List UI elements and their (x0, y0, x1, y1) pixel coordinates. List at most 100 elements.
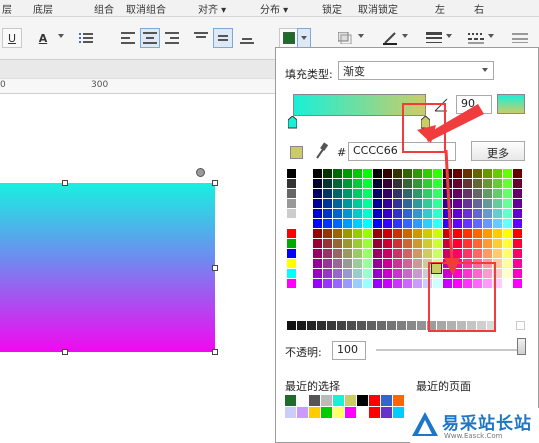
color-swatch[interactable] (363, 269, 372, 278)
color-swatch[interactable] (367, 321, 376, 330)
color-swatch[interactable] (513, 259, 522, 268)
color-swatch[interactable] (353, 249, 362, 258)
color-swatch[interactable] (343, 249, 352, 258)
resize-handle[interactable] (212, 265, 218, 271)
chevron-down-icon[interactable] (58, 34, 64, 38)
color-swatch[interactable] (287, 321, 296, 330)
recent-color-swatch[interactable] (369, 407, 380, 418)
base-color-column[interactable] (287, 169, 296, 288)
bullet-list-button[interactable] (76, 28, 96, 48)
recent-color-swatch[interactable] (297, 407, 308, 418)
color-swatch[interactable] (383, 279, 392, 288)
color-swatch[interactable] (353, 169, 362, 178)
color-swatch[interactable] (323, 179, 332, 188)
color-swatch[interactable] (363, 219, 372, 228)
color-swatch[interactable] (513, 209, 522, 218)
color-swatch[interactable] (343, 239, 352, 248)
color-swatch[interactable] (383, 209, 392, 218)
color-swatch[interactable] (353, 229, 362, 238)
recent-color-swatch[interactable] (285, 395, 296, 406)
menu-item-bottom[interactable]: 底层 (33, 1, 53, 16)
fill-color-dropdown[interactable] (297, 28, 311, 48)
recent-color-swatch[interactable] (345, 407, 356, 418)
recent-color-swatch[interactable] (333, 395, 344, 406)
color-swatch[interactable] (333, 209, 342, 218)
color-swatch[interactable] (363, 279, 372, 288)
color-swatch[interactable] (363, 209, 372, 218)
color-swatch[interactable] (343, 169, 352, 178)
gradient-stop-start[interactable] (287, 115, 298, 129)
color-swatch[interactable] (513, 199, 522, 208)
color-swatch[interactable] (363, 249, 372, 258)
resize-handle[interactable] (212, 180, 218, 186)
align-right-button[interactable] (162, 28, 182, 48)
color-swatch[interactable] (313, 259, 322, 268)
recent-color-swatch[interactable] (381, 395, 392, 406)
fill-type-select[interactable]: 渐变 (338, 61, 494, 80)
color-swatch[interactable] (343, 229, 352, 238)
color-swatch[interactable] (287, 189, 296, 198)
color-swatch[interactable] (313, 219, 322, 228)
color-swatch[interactable] (383, 189, 392, 198)
recent-color-swatch[interactable] (357, 395, 368, 406)
recent-color-swatch[interactable] (381, 407, 392, 418)
menu-item-group[interactable]: 组合 (94, 1, 114, 16)
align-left-button[interactable] (118, 28, 138, 48)
color-swatch[interactable] (317, 321, 326, 330)
color-swatch[interactable] (373, 259, 382, 268)
color-swatch[interactable] (333, 169, 342, 178)
color-swatch[interactable] (353, 179, 362, 188)
line-color-button[interactable] (380, 28, 400, 48)
color-swatch[interactable] (373, 269, 382, 278)
color-swatch[interactable] (333, 219, 342, 228)
color-swatch[interactable] (357, 321, 366, 330)
color-swatch[interactable] (313, 179, 322, 188)
valign-top-button[interactable] (191, 28, 211, 48)
recent-color-swatch[interactable] (369, 395, 380, 406)
chevron-down-icon[interactable] (446, 34, 452, 38)
color-swatch[interactable] (287, 249, 296, 258)
recent-color-swatch[interactable] (393, 407, 404, 418)
color-swatch[interactable] (287, 259, 296, 268)
selected-color-swatch[interactable] (431, 263, 442, 274)
color-swatch[interactable] (287, 199, 296, 208)
opacity-slider-thumb[interactable] (517, 338, 526, 355)
resize-handle[interactable] (212, 349, 218, 355)
color-swatch[interactable] (363, 169, 372, 178)
border-style-button[interactable] (424, 28, 444, 48)
color-swatch[interactable] (323, 239, 332, 248)
chevron-down-icon[interactable] (488, 34, 494, 38)
color-swatch[interactable] (323, 259, 332, 268)
color-swatch[interactable] (333, 229, 342, 238)
underline-button[interactable]: U (2, 28, 22, 48)
color-swatch[interactable] (313, 229, 322, 238)
color-swatch[interactable] (353, 239, 362, 248)
color-swatch[interactable] (513, 269, 522, 278)
color-swatch[interactable] (313, 199, 322, 208)
menu-item-ungroup[interactable]: 取消组合 (126, 1, 166, 16)
opacity-slider-track[interactable] (376, 349, 522, 351)
font-color-button[interactable]: A (32, 28, 54, 48)
color-swatch[interactable] (313, 239, 322, 248)
color-swatch[interactable] (353, 269, 362, 278)
color-swatch[interactable] (353, 199, 362, 208)
recent-color-swatch[interactable] (333, 407, 344, 418)
color-swatch[interactable] (343, 189, 352, 198)
alignment-button[interactable] (510, 28, 530, 48)
color-swatch[interactable] (513, 189, 522, 198)
gradient-rectangle[interactable] (0, 183, 215, 352)
color-swatch[interactable] (333, 189, 342, 198)
color-swatch[interactable] (397, 321, 406, 330)
opacity-input[interactable]: 100 (332, 341, 366, 360)
color-swatch[interactable] (287, 269, 296, 278)
white-swatch[interactable] (516, 321, 525, 330)
color-swatch[interactable] (373, 199, 382, 208)
color-swatch[interactable] (373, 249, 382, 258)
color-swatch[interactable] (383, 249, 392, 258)
dash-style-button[interactable] (466, 28, 486, 48)
color-swatch[interactable] (373, 179, 382, 188)
rotate-handle[interactable] (196, 168, 205, 177)
color-swatch[interactable] (373, 169, 382, 178)
color-swatch[interactable] (513, 249, 522, 258)
align-center-button[interactable] (140, 28, 160, 48)
